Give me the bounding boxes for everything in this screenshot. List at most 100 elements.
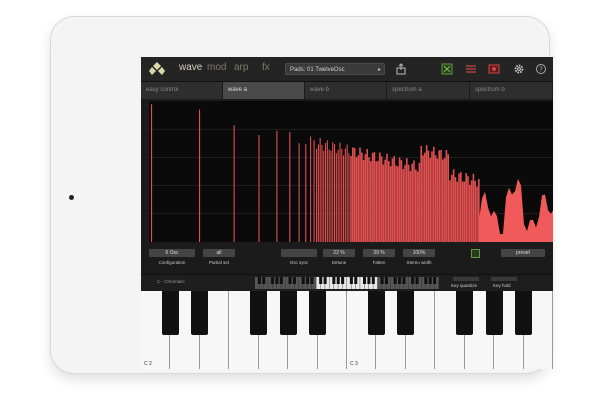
tab-wave-a[interactable]: wave a (223, 82, 305, 99)
partial-bar (276, 130, 278, 242)
partial-bar (458, 173, 460, 242)
help-icon[interactable]: ? (535, 63, 547, 75)
black-key[interactable] (456, 291, 474, 335)
partial-bar (335, 153, 337, 242)
mini-black-key (428, 277, 432, 284)
gear-icon[interactable] (513, 63, 525, 75)
black-key[interactable] (367, 291, 385, 335)
stereo-width-label: Stereo width (406, 260, 432, 265)
black-key[interactable] (485, 291, 503, 335)
partial-bar (380, 156, 383, 242)
preset-selector[interactable]: Pads: 01 TwelveOsc ▸ (285, 63, 385, 75)
partial-bar (359, 147, 361, 242)
enable-toggle[interactable] (471, 249, 480, 258)
partial-bar (404, 165, 406, 242)
scale-selector[interactable]: C - Chromatic (157, 279, 185, 284)
partial-bar (411, 163, 414, 242)
partial-bar (341, 148, 343, 242)
osc-sync-control[interactable] (281, 249, 317, 257)
partial-bar (465, 173, 468, 242)
partial-bar (305, 144, 307, 242)
mini-black-key (301, 277, 305, 284)
black-key[interactable] (191, 291, 209, 335)
mode-tab-arp[interactable]: arp (234, 62, 248, 73)
octave-label: C 2 (144, 361, 152, 367)
mode-tab-wave[interactable]: wave (179, 62, 202, 73)
partial-set-selector[interactable]: all (203, 249, 235, 257)
partial-bar (326, 140, 328, 242)
partial-bar (313, 140, 315, 242)
partial-bar (350, 156, 352, 242)
partial-bar (393, 156, 396, 242)
partial-bar (379, 152, 381, 242)
mini-black-key (288, 277, 292, 284)
mode-tab-fx[interactable]: fx (262, 62, 270, 73)
partial-bar (298, 143, 300, 242)
top-bar: wave mod arp fx Pads: 01 TwelveOsc ▸ ? (141, 57, 553, 82)
partial-bar (368, 157, 370, 242)
partial-bar (332, 142, 334, 242)
svg-text:?: ? (539, 66, 543, 74)
black-key[interactable] (397, 291, 415, 335)
black-key[interactable] (515, 291, 533, 335)
partial-bar (316, 148, 318, 242)
partial-bar (258, 135, 260, 242)
mini-black-key (332, 277, 336, 284)
partial-bar (398, 157, 401, 242)
partial-bar (445, 149, 448, 242)
keyboard-toolbar: C - Chromatic Key quantize Key hold (141, 274, 553, 291)
oscillator-controls: 6 Osc Configuration all Partial set Osc … (141, 244, 553, 272)
tab-spectrum-b[interactable]: spectrum b (470, 82, 553, 99)
piano-keyboard[interactable]: C 2 C 3 (141, 291, 553, 369)
mini-black-key (349, 277, 353, 284)
tab-easy-control[interactable]: easy control (141, 82, 223, 99)
configuration-selector[interactable]: 6 Osc (149, 249, 195, 257)
record-icon[interactable] (488, 63, 500, 75)
spectrum-display[interactable] (149, 101, 553, 242)
black-key[interactable] (161, 291, 179, 335)
partial-bar (434, 155, 437, 242)
mini-black-key (398, 277, 402, 284)
partial-bar (442, 159, 444, 242)
partial-bar (472, 173, 475, 242)
toggle-icon[interactable] (441, 63, 453, 75)
stereo-width-slider[interactable]: 100% (403, 249, 435, 257)
tab-wave-b[interactable]: wave b (305, 82, 387, 99)
mixer-icon[interactable] (465, 63, 477, 75)
partial-bar (461, 181, 464, 242)
partial-bar (361, 152, 363, 242)
preset-name: Pads: 01 TwelveOsc (290, 67, 345, 73)
key-hold-label: Key hold (493, 283, 511, 288)
tab-spectrum-a[interactable]: spectrum a (387, 82, 470, 99)
black-key[interactable] (279, 291, 297, 335)
key-quantize-button[interactable] (453, 277, 479, 281)
black-key[interactable] (250, 291, 268, 335)
partial-bar (389, 166, 392, 242)
mini-black-key (341, 277, 345, 284)
detune-slider[interactable]: 22 % (323, 249, 355, 257)
mini-black-key (424, 277, 428, 284)
partial-bar (407, 164, 410, 242)
partial-bar (377, 160, 379, 242)
partial-bar (429, 157, 432, 242)
mini-black-key (306, 277, 310, 284)
mini-black-key (411, 277, 415, 284)
partial-bar (451, 174, 453, 242)
ipad-frame: wave mod arp fx Pads: 01 TwelveOsc ▸ ? e… (50, 16, 553, 374)
partial-bar (454, 177, 457, 242)
mini-black-key (323, 277, 327, 284)
key-hold-button[interactable] (491, 277, 517, 281)
share-icon[interactable] (395, 63, 407, 75)
configuration-label: Configuration (158, 260, 186, 265)
mini-black-key (310, 277, 314, 284)
preset-button[interactable]: preset (501, 249, 545, 257)
partial-bar (418, 162, 421, 242)
mode-tab-mod[interactable]: mod (207, 62, 226, 73)
wave-tab-bar: easy control wave a wave b spectrum a sp… (141, 82, 553, 99)
keyboard-range-selector[interactable] (255, 277, 439, 289)
mini-black-key (319, 277, 323, 284)
partial-bar (334, 144, 336, 242)
black-key[interactable] (309, 291, 327, 335)
fatten-slider[interactable]: 39 % (363, 249, 395, 257)
partial-bar (355, 157, 358, 242)
